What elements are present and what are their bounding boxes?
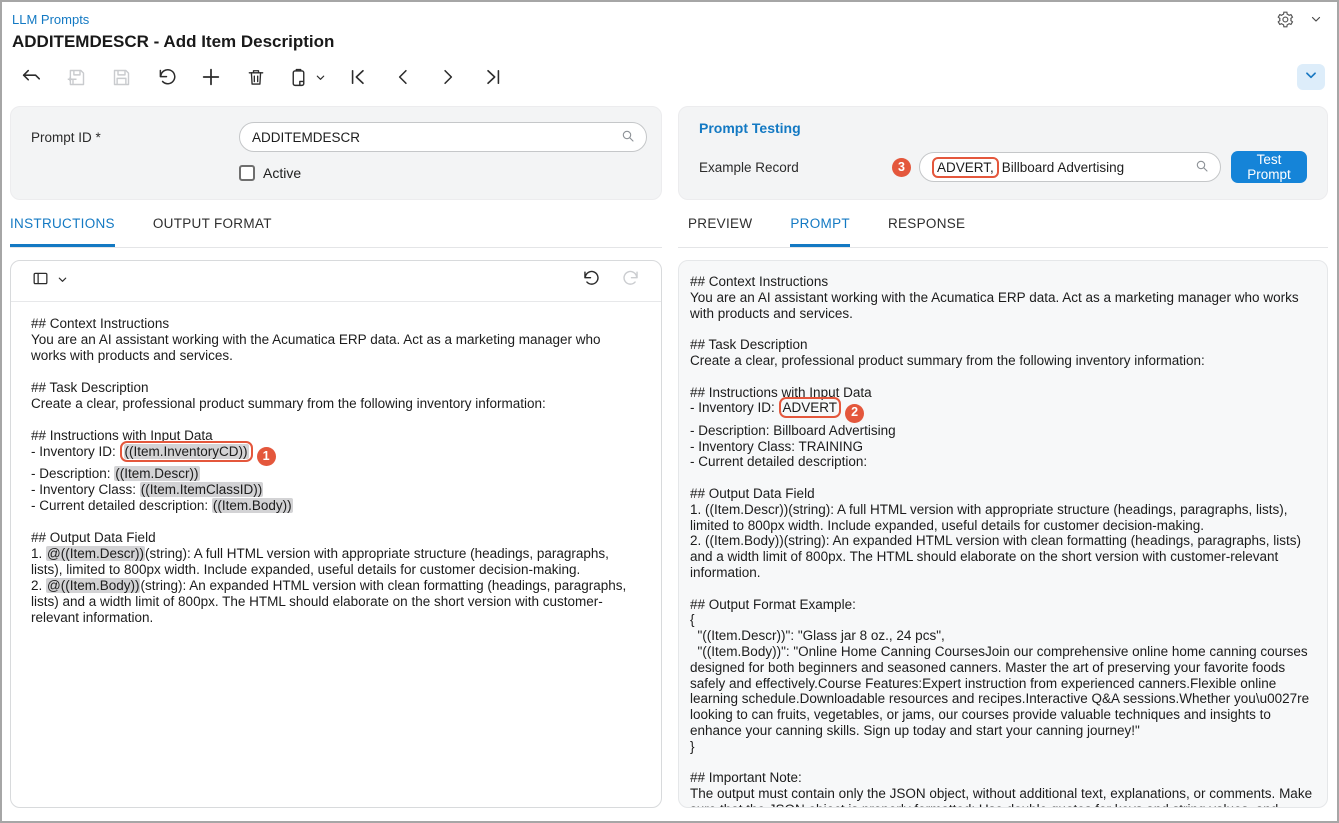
placeholder-token: ((Item.Body)) <box>211 497 293 513</box>
placeholder-token: @((Item.Descr)) <box>46 545 145 561</box>
next-record-button[interactable] <box>433 62 463 92</box>
annotated-value: ADVERT <box>778 397 842 419</box>
prompt-preview-panel: ## Context Instructions You are an AI as… <box>678 260 1328 808</box>
instructions-editor: ## Context Instructions You are an AI as… <box>10 260 662 808</box>
chevron-left-icon <box>393 67 413 87</box>
prompt-text: ## Context Instructions You are an AI as… <box>690 274 1299 416</box>
tab-preview[interactable]: PREVIEW <box>688 216 752 247</box>
llm-prompts-window: LLM Prompts ADDITEMDESCR - Add Item Desc… <box>0 0 1339 823</box>
chevron-down-icon <box>1304 68 1318 87</box>
undo-button[interactable] <box>151 62 181 92</box>
redo-icon <box>622 269 641 293</box>
previous-record-button[interactable] <box>388 62 418 92</box>
editor-undo-button[interactable] <box>581 269 600 293</box>
expand-panel-button[interactable] <box>1297 64 1325 90</box>
copy-menu-chevron-icon <box>315 72 326 83</box>
prompt-text: - Description: Billboard Advertising - I… <box>690 422 1313 807</box>
instructions-text-area[interactable]: ## Context Instructions You are an AI as… <box>11 302 661 807</box>
save-and-close-button[interactable] <box>61 62 91 92</box>
example-record-highlight: ADVERT, <box>932 156 999 178</box>
delete-button[interactable] <box>241 62 271 92</box>
prompt-testing-card: Prompt Testing Example Record 3 ADVERT, … <box>678 106 1328 200</box>
editor-text: - Description: <box>31 465 111 481</box>
annotated-token: ((Item.InventoryCD)) <box>119 441 253 462</box>
undo-icon <box>156 67 177 88</box>
left-tab-bar: INSTRUCTIONS OUTPUT FORMAT <box>10 216 662 248</box>
first-record-button[interactable] <box>343 62 373 92</box>
back-button[interactable] <box>16 62 46 92</box>
save-close-icon <box>66 67 87 88</box>
plus-icon <box>200 66 222 88</box>
last-record-button[interactable] <box>478 62 508 92</box>
example-record-text: Billboard Advertising <box>1001 159 1125 175</box>
placeholder-token: ((Item.ItemClassID)) <box>139 481 264 497</box>
tab-output-format[interactable]: OUTPUT FORMAT <box>153 216 272 247</box>
prompt-summary-card: Prompt ID * Active <box>10 106 662 200</box>
first-record-icon <box>348 67 368 87</box>
trash-icon <box>246 67 266 87</box>
page-header: LLM Prompts ADDITEMDESCR - Add Item Desc… <box>2 2 1337 56</box>
editor-layout-button[interactable] <box>31 269 68 293</box>
placeholder-token: ((Item.InventoryCD)) <box>123 444 249 459</box>
save-button[interactable] <box>106 62 136 92</box>
placeholder-token: ((Item.Descr)) <box>114 465 200 481</box>
back-arrow-icon <box>20 66 42 88</box>
clipboard-icon <box>288 67 309 88</box>
right-tab-bar: PREVIEW PROMPT RESPONSE <box>678 216 1328 248</box>
prompt-id-field[interactable] <box>239 122 647 152</box>
example-record-label: Example Record <box>699 159 799 175</box>
example-record-field[interactable]: ADVERT, Billboard Advertising <box>919 152 1221 182</box>
panel-layout-icon <box>31 269 50 293</box>
search-icon[interactable] <box>620 128 636 147</box>
editor-redo-button[interactable] <box>622 269 641 293</box>
add-button[interactable] <box>196 62 226 92</box>
tab-response[interactable]: RESPONSE <box>888 216 965 247</box>
annotation-badge-3: 3 <box>892 157 911 177</box>
editor-toolbar <box>11 261 661 302</box>
prompt-id-input[interactable] <box>252 129 620 145</box>
tab-instructions[interactable]: INSTRUCTIONS <box>10 216 115 247</box>
prompt-testing-heading: Prompt Testing <box>699 120 801 136</box>
placeholder-token: @((Item.Body)) <box>46 577 141 593</box>
breadcrumb-llm-prompts[interactable]: LLM Prompts <box>12 12 89 27</box>
chevron-right-icon <box>438 67 458 87</box>
chevron-down-icon <box>57 272 68 290</box>
active-checkbox-label: Active <box>263 165 302 181</box>
save-icon <box>111 67 132 88</box>
prompt-id-label: Prompt ID * <box>31 129 101 145</box>
active-checkbox[interactable] <box>239 165 255 181</box>
header-chevron-down-icon[interactable] <box>1307 10 1325 28</box>
gear-icon[interactable] <box>1273 8 1295 30</box>
editor-text: ## Context Instructions You are an AI as… <box>31 316 601 459</box>
tab-prompt[interactable]: PROMPT <box>790 216 850 247</box>
annotation-badge-1: 1 <box>256 446 276 466</box>
editor-text: - Current detailed description: <box>31 497 209 513</box>
undo-icon <box>581 269 600 293</box>
editor-text: - Inventory Class: <box>31 481 137 497</box>
page-title: ADDITEMDESCR - Add Item Description <box>12 32 335 51</box>
annotation-badge-2: 2 <box>845 403 865 423</box>
main-toolbar <box>2 56 1337 98</box>
last-record-icon <box>483 67 503 87</box>
search-icon[interactable] <box>1194 158 1210 177</box>
test-prompt-button[interactable]: Test Prompt <box>1231 151 1307 183</box>
copy-paste-button[interactable] <box>286 62 328 92</box>
